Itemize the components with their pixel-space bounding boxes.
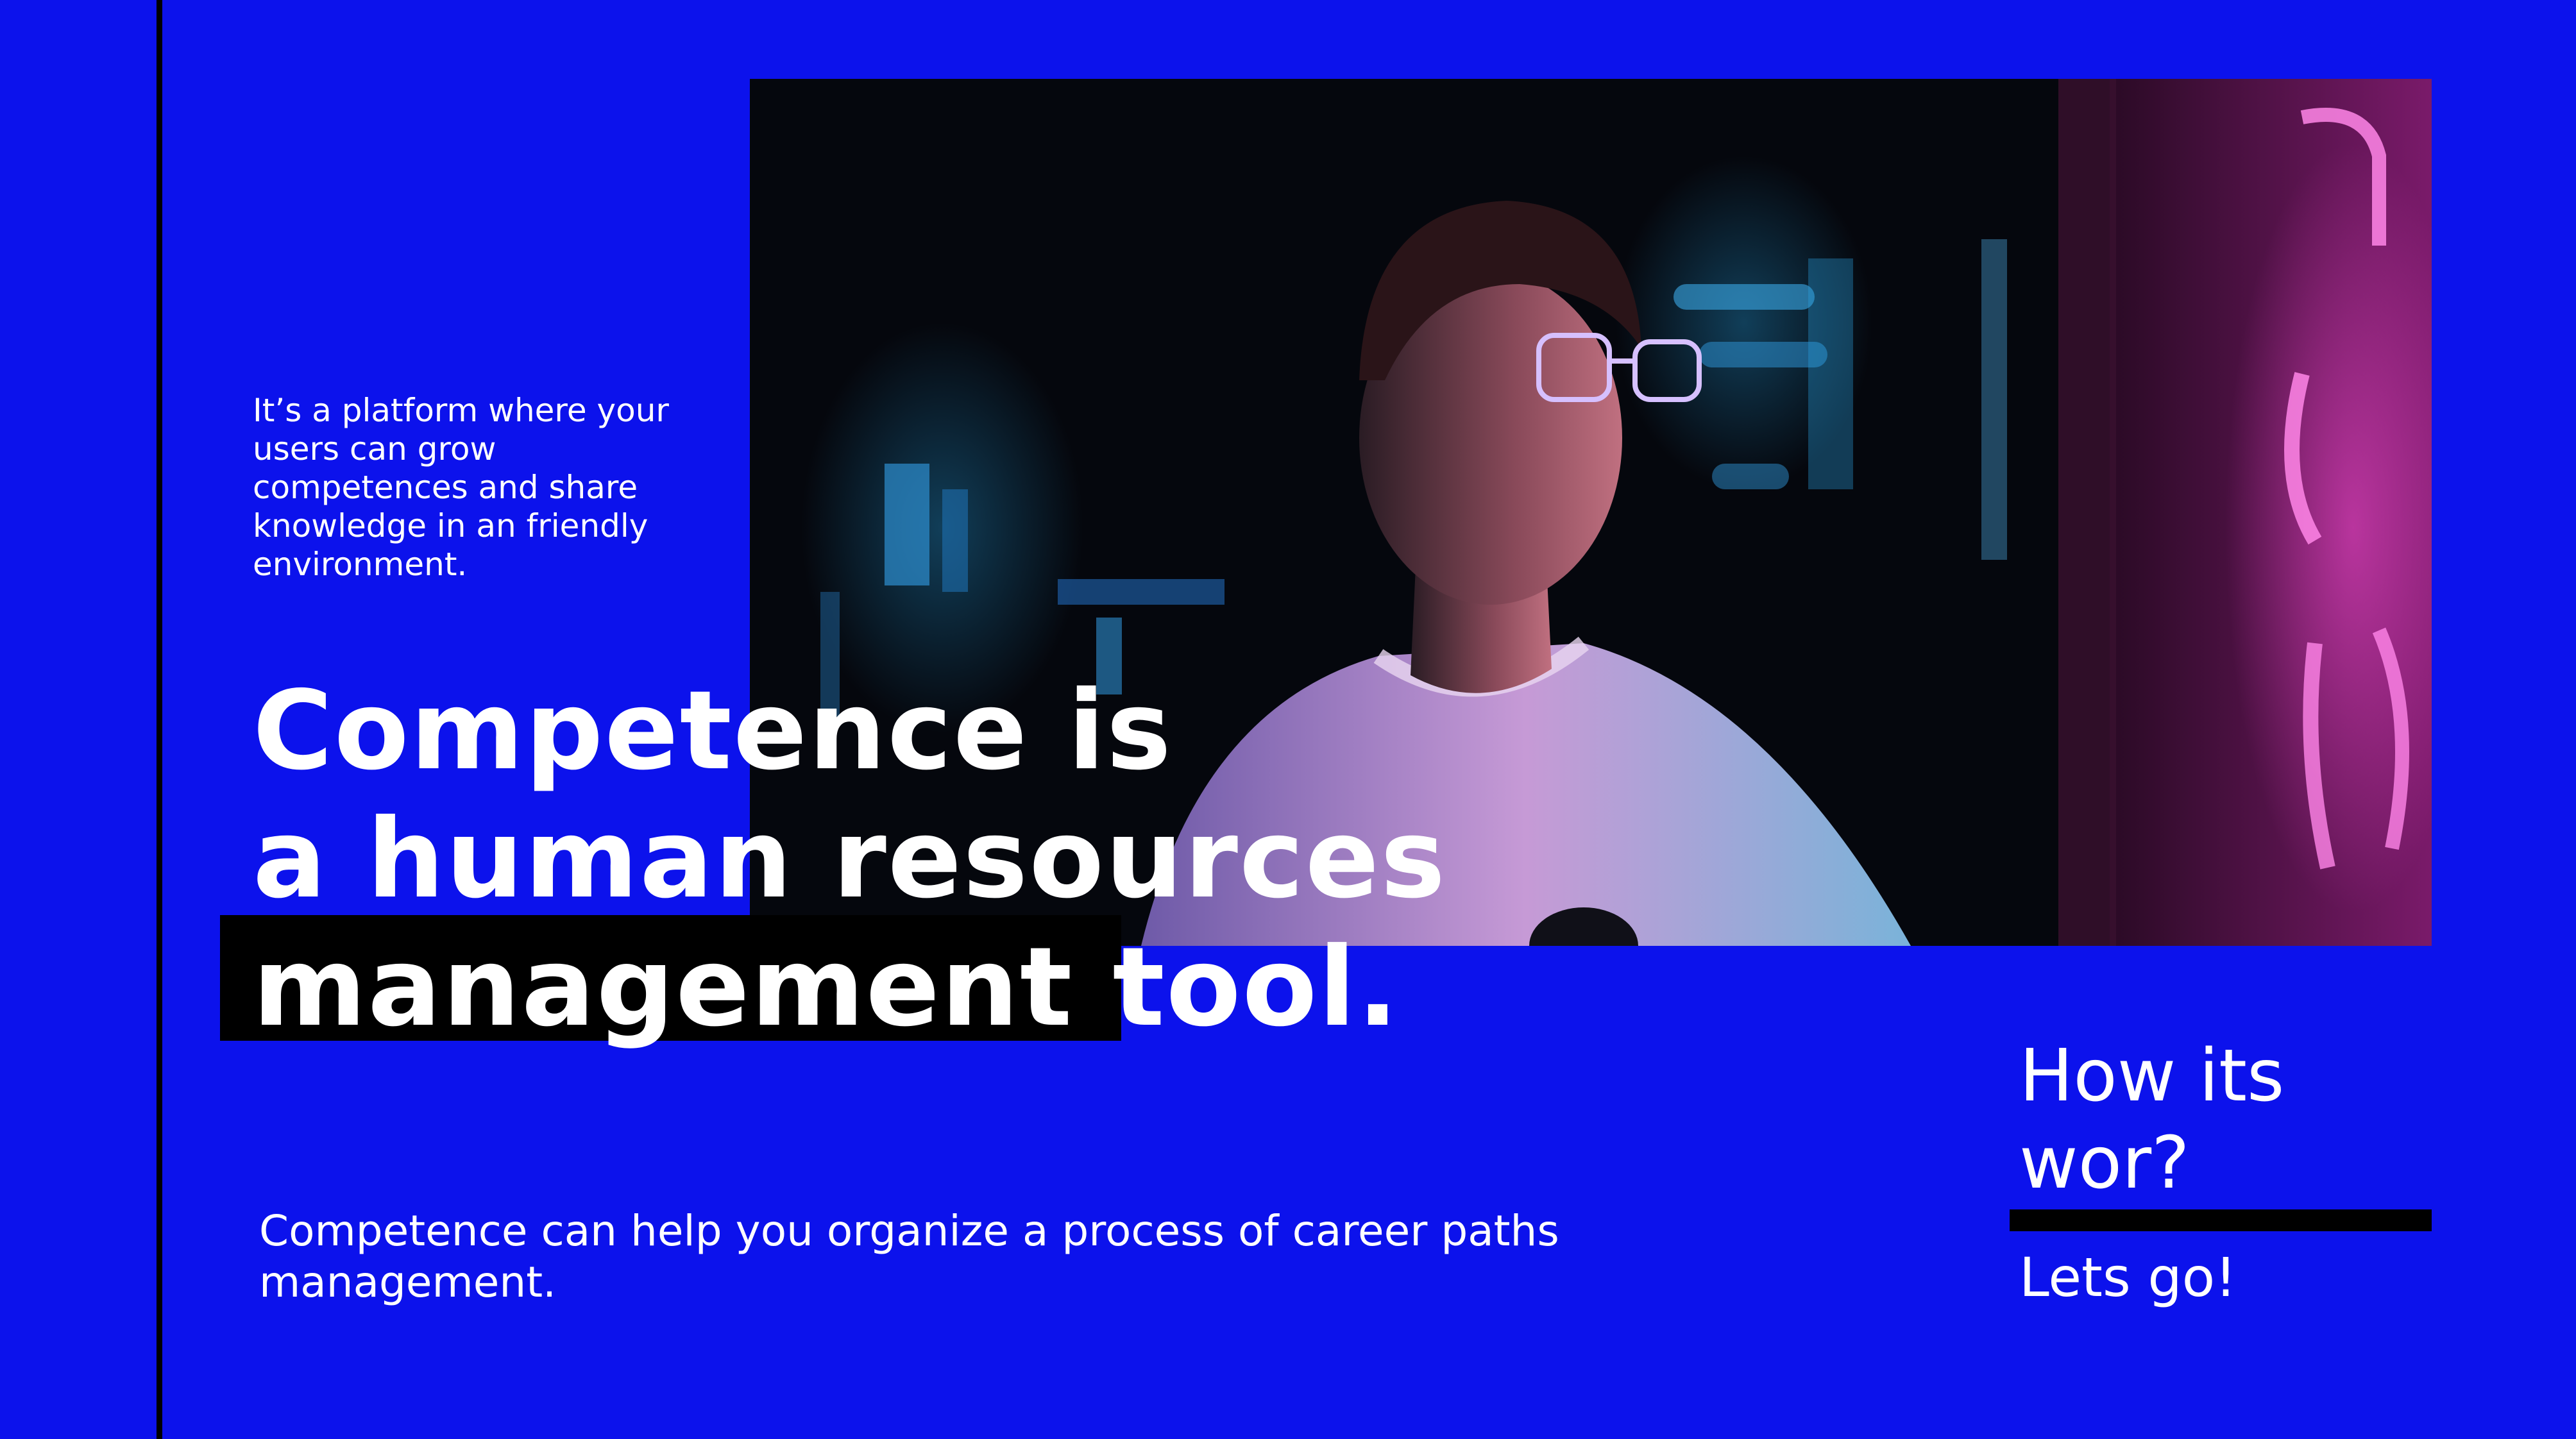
- headline-line-1: Competence is: [253, 668, 1173, 795]
- lets-go-link[interactable]: Lets go!: [2019, 1245, 2237, 1309]
- intro-text: It’s a platform where your users can gro…: [253, 392, 669, 583]
- cta-title-line-2: wor?: [2019, 1122, 2190, 1205]
- headline: Competence is a human resources manageme…: [253, 667, 1792, 1052]
- cta-divider-bar: [2010, 1209, 2432, 1231]
- cta-title-line-1: How its: [2019, 1034, 2285, 1118]
- left-vertical-rule: [157, 0, 162, 1439]
- subtext: Competence can help you organize a proce…: [259, 1206, 1559, 1307]
- headline-line-3: management tool.: [253, 924, 1400, 1051]
- cta-title: How its wor?: [2019, 1032, 2404, 1207]
- headline-line-2: a human resources: [253, 796, 1447, 923]
